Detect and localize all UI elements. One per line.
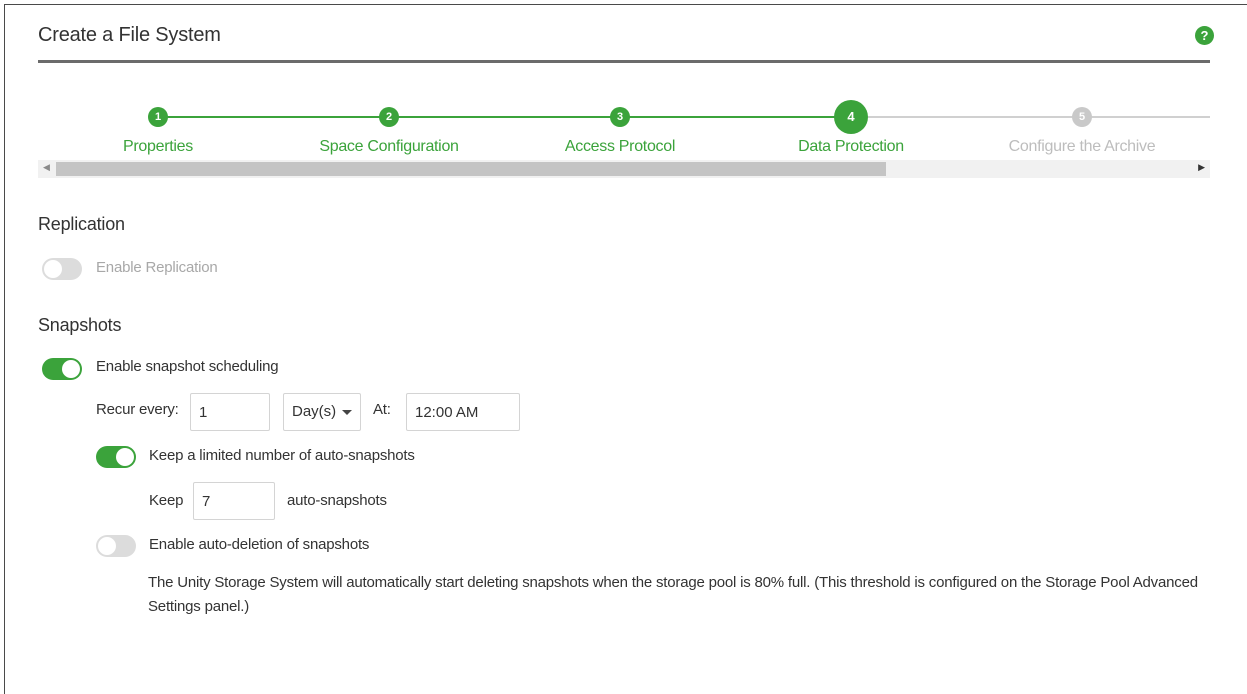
recur-unit-value: Day(s) bbox=[292, 403, 337, 420]
toggle-knob bbox=[44, 260, 62, 278]
auto-deletion-toggle[interactable] bbox=[96, 535, 136, 557]
replication-heading: Replication bbox=[38, 214, 125, 234]
stepper-scrollbar[interactable]: ◀ ▶ bbox=[38, 160, 1210, 178]
step-3-label[interactable]: Access Protocol bbox=[565, 138, 676, 156]
step-2-marker[interactable]: 2 bbox=[379, 107, 399, 127]
recur-interval-input[interactable] bbox=[190, 393, 270, 431]
step-4-label[interactable]: Data Protection bbox=[798, 138, 904, 156]
step-5-marker: 5 bbox=[1072, 107, 1092, 127]
toggle-knob bbox=[62, 360, 80, 378]
keep-limited-snapshots-label: Keep a limited number of auto-snapshots bbox=[149, 447, 415, 464]
dialog-title: Create a File System bbox=[38, 24, 221, 46]
step-3-marker[interactable]: 3 bbox=[610, 107, 630, 127]
step-5-label: Configure the Archive bbox=[1008, 138, 1156, 155]
enable-replication-label: Enable Replication bbox=[96, 259, 218, 276]
auto-snapshots-suffix: auto-snapshots bbox=[287, 492, 387, 509]
scroll-left-icon[interactable]: ◀ bbox=[43, 162, 50, 173]
step-1-marker[interactable]: 1 bbox=[148, 107, 168, 127]
step-connector-future bbox=[868, 116, 1210, 118]
toggle-knob bbox=[116, 448, 134, 466]
enable-replication-toggle[interactable] bbox=[42, 258, 82, 280]
schedule-time-input[interactable] bbox=[406, 393, 520, 431]
toggle-knob bbox=[98, 537, 116, 555]
help-icon[interactable]: ? bbox=[1195, 26, 1214, 45]
recur-every-label: Recur every: bbox=[96, 401, 179, 418]
step-4-marker[interactable]: 4 bbox=[834, 100, 868, 134]
step-connector-complete bbox=[618, 116, 849, 118]
enable-snapshot-scheduling-label: Enable snapshot scheduling bbox=[96, 358, 279, 375]
at-label: At: bbox=[373, 401, 391, 418]
chevron-down-icon bbox=[342, 409, 353, 415]
step-1-label[interactable]: Properties bbox=[123, 138, 193, 156]
title-divider bbox=[38, 60, 1210, 63]
enable-snapshot-scheduling-toggle[interactable] bbox=[42, 358, 82, 380]
keep-count-input[interactable] bbox=[193, 482, 275, 520]
auto-deletion-note: The Unity Storage System will automatica… bbox=[148, 574, 1198, 615]
recur-unit-select[interactable]: Day(s) bbox=[283, 393, 361, 431]
auto-deletion-label: Enable auto-deletion of snapshots bbox=[149, 536, 370, 553]
snapshots-heading: Snapshots bbox=[38, 315, 122, 335]
keep-label: Keep bbox=[149, 492, 184, 509]
keep-limited-snapshots-toggle[interactable] bbox=[96, 446, 136, 468]
scroll-right-icon[interactable]: ▶ bbox=[1198, 162, 1205, 173]
scrollbar-thumb[interactable] bbox=[56, 162, 886, 176]
step-2-label[interactable]: Space Configuration bbox=[319, 138, 459, 156]
